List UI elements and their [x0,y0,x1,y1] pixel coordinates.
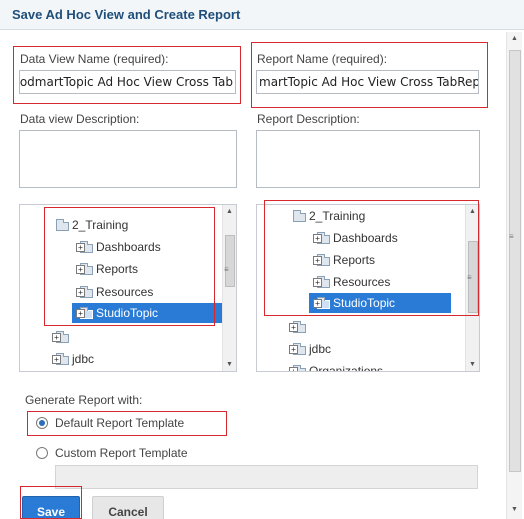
tree-node-resources[interactable]: + Resources [76,282,153,302]
folder-plus-icon: + [76,240,93,254]
tree-node-jdbc[interactable]: + jdbc [52,349,94,369]
folder-plus-icon: + [313,275,330,289]
folder-plus-icon: + [313,253,330,267]
folder-plus-icon: + [313,231,330,245]
scroll-down-icon[interactable]: ▼ [511,506,518,513]
scroll-up-icon[interactable]: ▲ [469,208,476,215]
tree-node-reports[interactable]: + Reports [313,250,375,270]
folder-plus-icon: + [76,262,93,276]
folder-plus-icon: + [76,285,93,299]
folder-plus-icon: + [313,296,330,310]
tree-node-resources[interactable]: + Resources [313,272,390,292]
default-template-label[interactable]: Default Report Template [55,416,184,430]
folder-plus-icon: + [76,306,93,320]
folder-icon [289,209,306,223]
dialog-title: Save Ad Hoc View and Create Report [12,7,241,22]
tree-scrollbar[interactable]: ▲ ≡ ▼ [222,205,236,371]
dialog-scroll-thumb[interactable] [509,50,521,472]
report-description-label: Report Description: [257,112,360,126]
custom-template-radio[interactable] [36,447,48,459]
tree-node-collapsed[interactable]: + [52,327,72,347]
scroll-down-icon[interactable]: ▼ [469,361,476,368]
grip-icon: ≡ [509,232,514,241]
grip-icon: ≡ [224,265,229,274]
dialog-scrollbar[interactable]: ▲ ≡ ▼ [506,32,522,519]
folder-plus-icon: + [289,342,306,356]
tree-node-studiotopic-selected[interactable]: + StudioTopic [72,303,229,323]
tree-node-studiotopic-selected[interactable]: + StudioTopic [309,293,452,313]
folder-icon [52,218,69,232]
tree-node-dashboards[interactable]: + Dashboards [313,228,398,248]
generate-report-label: Generate Report with: [25,393,143,407]
report-folder-tree[interactable]: 2_Training + Dashboards + Reports + Resourc… [256,204,480,372]
tree-node-dashboards[interactable]: + Dashboards [76,237,161,257]
data-view-name-input[interactable]: FoodmartTopic Ad Hoc View Cross Tab [19,70,236,94]
data-view-name-label: Data View Name (required): [20,52,169,66]
save-button[interactable]: Save [22,496,80,519]
dialog-titlebar: Save Ad Hoc View and Create Report [0,0,524,30]
report-name-label: Report Name (required): [257,52,388,66]
scroll-thumb[interactable] [225,235,235,287]
tree-node-2-training[interactable]: 2_Training [289,206,365,226]
tree-node-collapsed[interactable]: + [289,317,309,337]
report-description-textarea[interactable] [256,130,480,188]
data-view-description-textarea[interactable] [19,130,237,188]
data-view-folder-tree[interactable]: 2_Training + Dashboards + Reports + Resourc… [19,204,237,372]
custom-template-path-input [55,465,478,489]
folder-plus-icon: + [289,364,306,371]
grip-icon: ≡ [467,273,472,282]
scroll-down-icon[interactable]: ▼ [226,361,233,368]
default-template-radio[interactable] [36,417,48,429]
tree-scrollbar[interactable]: ▲ ≡ ▼ [465,205,479,371]
scroll-up-icon[interactable]: ▲ [511,35,518,42]
report-name-input[interactable]: martTopic Ad Hoc View Cross TabRepor [256,70,479,94]
tree-node-jdbc[interactable]: + jdbc [289,339,331,359]
data-view-description-label: Data view Description: [20,112,140,126]
custom-template-label[interactable]: Custom Report Template [55,446,188,460]
folder-plus-icon: + [289,320,306,334]
tree-node-2-training[interactable]: 2_Training [52,215,128,235]
scroll-up-icon[interactable]: ▲ [226,208,233,215]
folder-plus-icon: + [52,352,69,366]
cancel-button[interactable]: Cancel [92,496,164,519]
tree-node-reports[interactable]: + Reports [76,259,138,279]
folder-plus-icon: + [52,330,69,344]
tree-node-organizations[interactable]: + Organizations [289,361,383,371]
